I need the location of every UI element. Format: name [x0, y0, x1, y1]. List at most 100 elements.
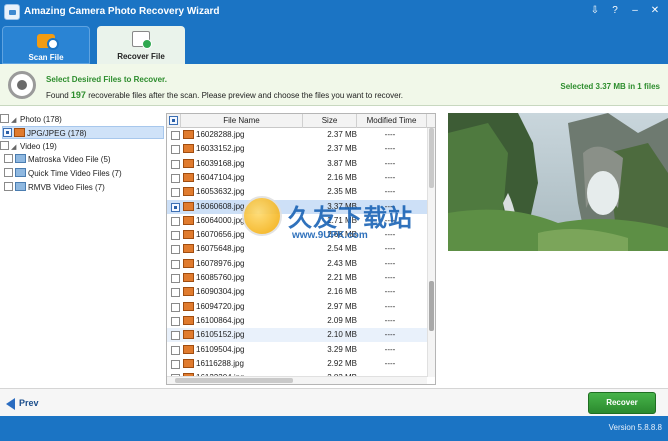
scrollbar-thumb-secondary[interactable]: [429, 281, 434, 331]
row-checkbox[interactable]: [171, 331, 180, 341]
row-checkbox[interactable]: [171, 145, 180, 155]
column-file-name[interactable]: File Name: [181, 114, 303, 128]
tab-scan-file[interactable]: Scan File: [2, 26, 90, 64]
version-label: Version 5.8.8.8: [608, 423, 662, 432]
row-checkbox[interactable]: [171, 131, 180, 140]
file-name-cell: 16047104.jpg: [196, 172, 245, 182]
table-row[interactable]: 16070656.jpg 2.66 MB ----: [167, 228, 427, 242]
table-row[interactable]: 16094720.jpg 2.97 MB ----: [167, 300, 427, 314]
row-checkbox[interactable]: [171, 345, 180, 355]
file-size-cell: 2.16 MB: [327, 287, 357, 297]
row-checkbox[interactable]: [171, 302, 180, 312]
file-list: File Name Size Modified Time 16028288.jp…: [166, 113, 436, 385]
jpg-file-icon: [183, 258, 194, 268]
title-bar: Amazing Camera Photo Recovery Wizard ⇩ ?…: [0, 0, 668, 24]
recover-button[interactable]: Recover: [588, 392, 656, 414]
table-row[interactable]: 16033152.jpg 2.37 MB ----: [167, 142, 427, 156]
horizontal-scrollbar-thumb[interactable]: [175, 378, 293, 383]
row-checkbox[interactable]: [171, 288, 180, 298]
video-file-icon: [15, 182, 26, 192]
jpg-file-icon: [183, 172, 194, 182]
tab-bar: Scan File Recover File: [0, 24, 668, 64]
row-checkbox[interactable]: [171, 216, 180, 226]
table-row[interactable]: 16028288.jpg 2.37 MB ----: [167, 128, 427, 142]
modified-time-cell: ----: [384, 244, 396, 254]
file-name-cell: 16085760.jpg: [196, 273, 245, 282]
file-size-cell: 2.54 MB: [327, 244, 357, 254]
row-checkbox[interactable]: [171, 231, 180, 241]
file-size-cell: 2.43 MB: [327, 258, 357, 268]
column-modified-time[interactable]: Modified Time: [357, 114, 427, 128]
column-size[interactable]: Size: [303, 114, 357, 128]
table-row[interactable]: 16090304.jpg 2.16 MB ----: [167, 285, 427, 299]
tree-checkbox[interactable]: [4, 168, 13, 178]
table-row[interactable]: 16116288.jpg 2.92 MB ----: [167, 357, 427, 371]
table-row[interactable]: 16100864.jpg 2.09 MB ----: [167, 314, 427, 328]
table-row[interactable]: 16075648.jpg 2.54 MB ----: [167, 242, 427, 256]
modified-time-cell: ----: [384, 201, 396, 211]
tree-checkbox[interactable]: [4, 154, 13, 164]
table-row[interactable]: 16078976.jpg 2.43 MB ----: [167, 257, 427, 271]
modified-time-cell: ----: [384, 144, 396, 154]
table-row[interactable]: 16053632.jpg 2.35 MB ----: [167, 185, 427, 199]
tree-item-label: JPG/JPEG (178): [27, 129, 87, 138]
file-name-cell: 16078976.jpg: [196, 258, 245, 268]
table-row[interactable]: 16105152.jpg 2.10 MB ----: [167, 328, 427, 343]
file-name-cell: 16053632.jpg: [196, 187, 245, 197]
row-checkbox[interactable]: [171, 316, 180, 326]
row-checkbox[interactable]: [171, 188, 180, 198]
jpg-file-icon: [183, 201, 194, 211]
file-size-cell: 2.97 MB: [327, 301, 357, 311]
row-checkbox[interactable]: [171, 259, 180, 269]
tree-item-jpg[interactable]: JPG/JPEG (178): [2, 126, 164, 139]
table-row[interactable]: 16047104.jpg 2.16 MB ----: [167, 171, 427, 185]
tree-item-label: RMVB Video Files (7): [28, 183, 105, 192]
scrollbar-thumb[interactable]: [429, 128, 434, 188]
tree-checkbox[interactable]: [0, 141, 9, 151]
help-icon[interactable]: ?: [607, 3, 623, 18]
file-size-cell: 3.37 MB: [327, 201, 357, 211]
tree-item-video[interactable]: ◢ Video (19): [0, 140, 57, 153]
video-file-icon: [15, 154, 26, 164]
row-checkbox[interactable]: [171, 274, 180, 283]
file-size-cell: 2.71 MB: [327, 215, 357, 225]
close-button[interactable]: ✕: [647, 3, 663, 18]
tab-recover-file[interactable]: Recover File: [97, 26, 185, 64]
tree-item-photo[interactable]: ◢ Photo (178): [0, 113, 62, 126]
modified-time-cell: ----: [384, 358, 396, 368]
info-prefix: Found: [46, 91, 69, 100]
row-checkbox[interactable]: [171, 159, 180, 169]
table-row[interactable]: 16039168.jpg 3.87 MB ----: [167, 157, 427, 171]
table-row[interactable]: 16085760.jpg 2.21 MB ----: [167, 271, 427, 285]
row-checkbox[interactable]: [171, 359, 180, 369]
tree-checkbox[interactable]: [4, 182, 13, 192]
vertical-scrollbar[interactable]: [427, 128, 435, 377]
download-icon[interactable]: ⇩: [587, 3, 603, 18]
table-row[interactable]: 16109504.jpg 3.29 MB ----: [167, 343, 427, 357]
tree-item-quicktime[interactable]: Quick Time Video Files (7): [4, 167, 122, 180]
row-checkbox[interactable]: [171, 173, 180, 183]
tree-item-rmvb[interactable]: RMVB Video Files (7): [4, 181, 105, 194]
info-summary: Found 197 recoverable files after the sc…: [46, 90, 403, 100]
row-checkbox[interactable]: [171, 245, 180, 255]
app-icon: [4, 4, 20, 20]
select-all-checkbox[interactable]: [169, 116, 178, 126]
horizontal-scrollbar[interactable]: [167, 376, 427, 384]
info-heading: Select Desired Files to Recover.: [46, 75, 167, 84]
window-title: Amazing Camera Photo Recovery Wizard: [24, 6, 220, 17]
tree-checkbox[interactable]: [0, 114, 9, 124]
file-size-cell: 2.37 MB: [327, 144, 357, 154]
table-row[interactable]: 16064000.jpg 2.71 MB ----: [167, 214, 427, 228]
tab-scan-file-label: Scan File: [28, 53, 64, 62]
prev-button[interactable]: Prev: [6, 395, 39, 411]
file-size-cell: 2.66 MB: [327, 230, 357, 240]
modified-time-cell: ----: [384, 258, 396, 268]
file-name-cell: 16028288.jpg: [196, 130, 245, 139]
tree-item-matroska[interactable]: Matroska Video File (5): [4, 153, 111, 166]
minimize-button[interactable]: –: [627, 3, 643, 18]
video-file-icon: [15, 168, 26, 178]
tree-checkbox[interactable]: [3, 128, 12, 138]
table-row[interactable]: 16060608.jpg 3.37 MB ----: [167, 199, 427, 214]
row-checkbox[interactable]: [171, 202, 180, 212]
file-name-cell: 16060608.jpg: [196, 201, 245, 211]
